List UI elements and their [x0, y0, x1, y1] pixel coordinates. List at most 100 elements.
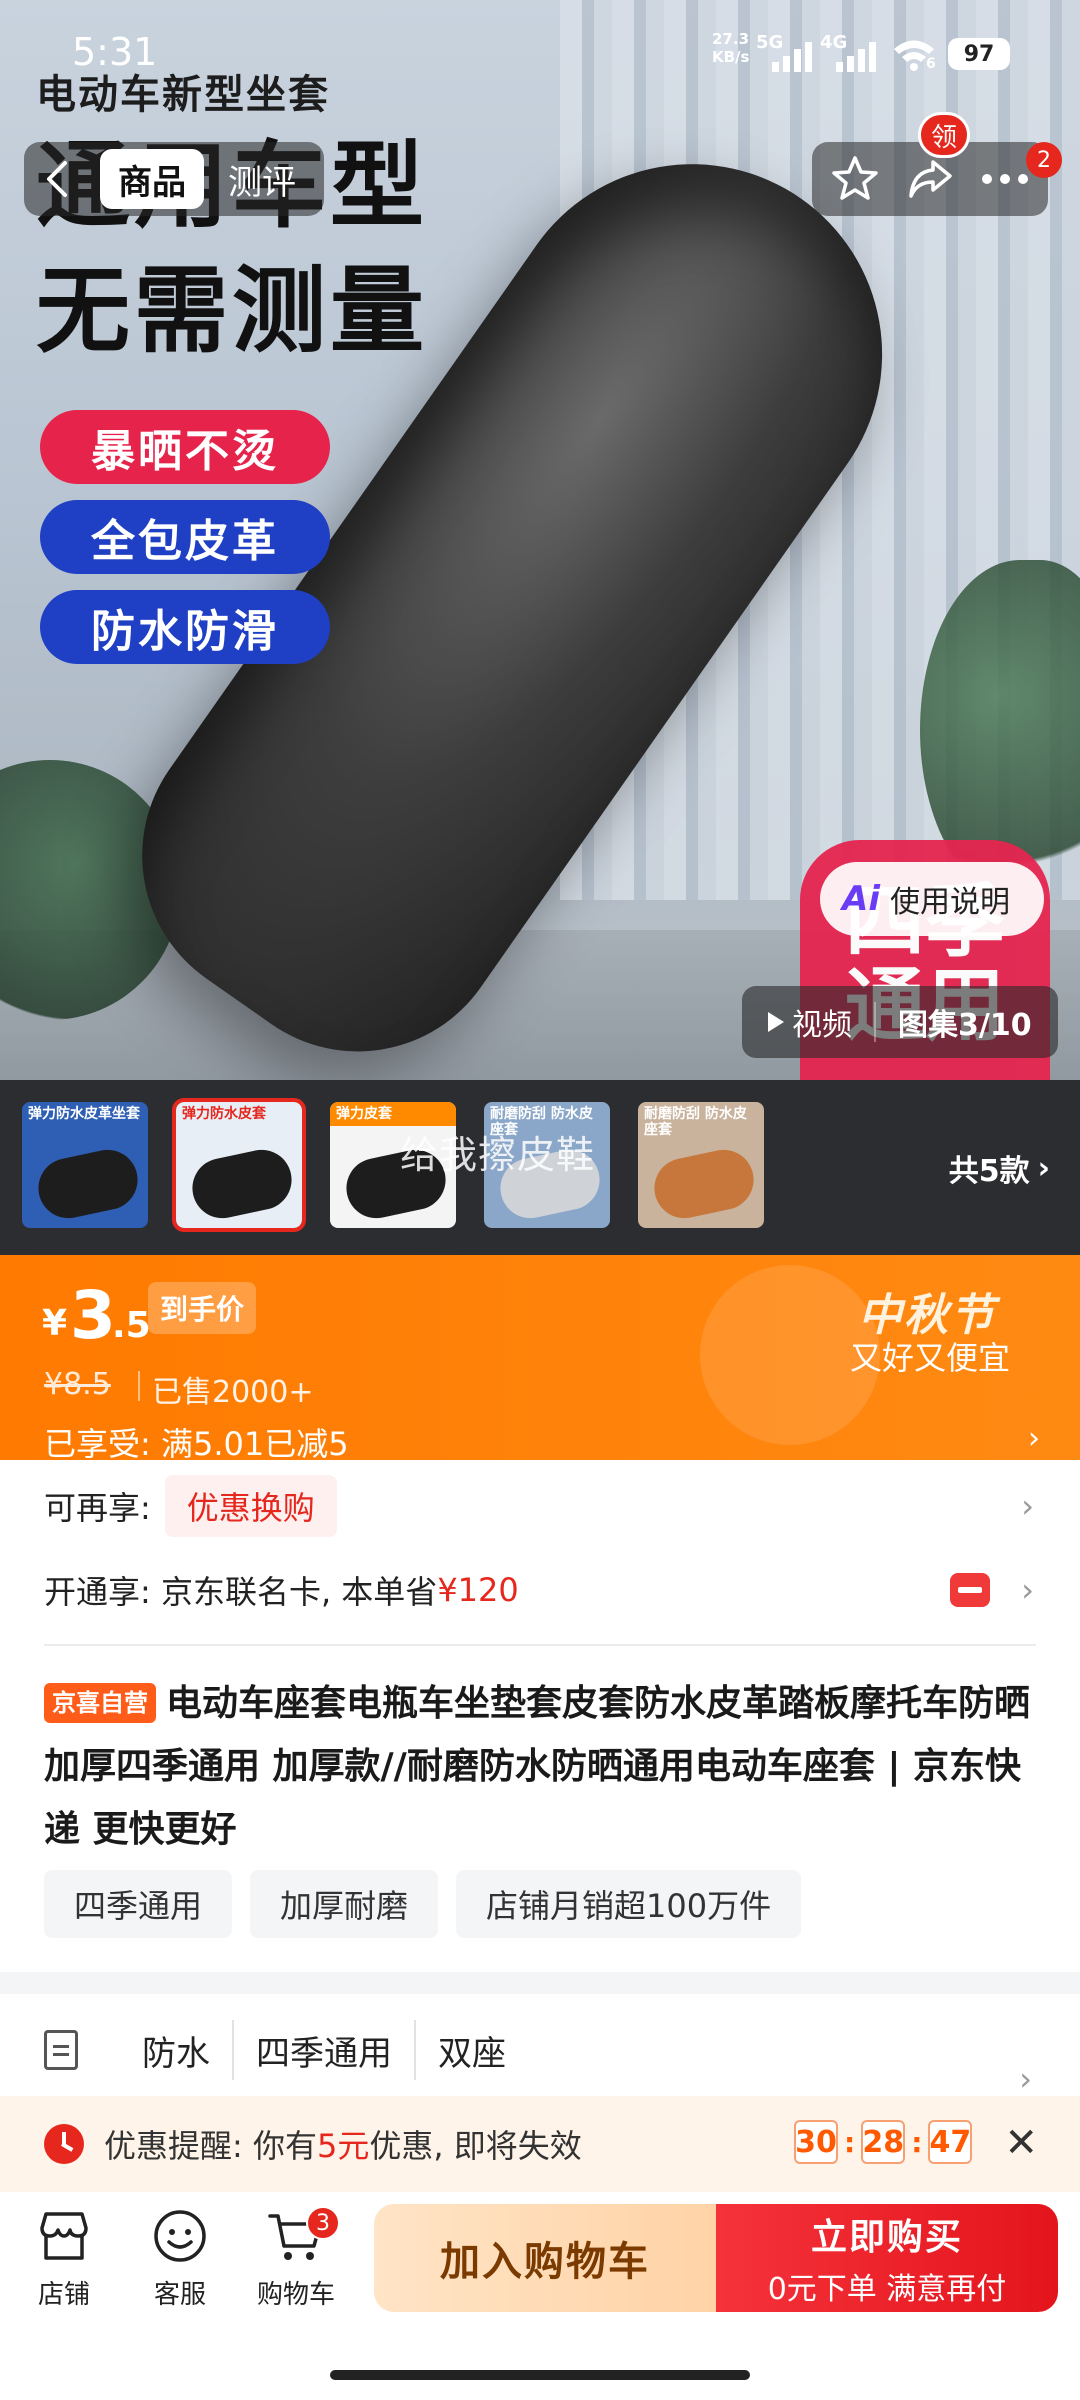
- signal-icon: [836, 40, 880, 72]
- media-switcher: 视频 图集3/10: [742, 986, 1058, 1058]
- home-indicator: [330, 2370, 750, 2380]
- credit-card-icon: [950, 1573, 990, 1607]
- variant-thumbnail[interactable]: 弹力防水皮革坐套: [22, 1102, 148, 1228]
- usage-guide-label: 使用说明: [889, 885, 1010, 920]
- currency-symbol: ¥: [42, 1303, 68, 1344]
- divider: [138, 1371, 140, 1401]
- signal-icon: [772, 40, 816, 72]
- feature-pill: 防水防滑: [40, 590, 330, 664]
- store-icon: [40, 2212, 88, 2260]
- thumbnail-label: 弹力皮套: [330, 1102, 456, 1126]
- buy-now-label: 立即购买: [810, 2217, 963, 2258]
- variant-thumbnail[interactable]: 耐磨防刮 防水皮座套: [638, 1102, 764, 1228]
- tab-review[interactable]: 测评: [210, 149, 314, 209]
- reminder-amount: 5元: [316, 2127, 370, 2165]
- feature-pill: 全包皮革: [40, 500, 330, 574]
- message-count-badge: 2: [1026, 142, 1062, 178]
- product-title: 京喜自营 电动车座套电瓶车坐垫套皮套防水皮革踏板摩托车防晒加厚四季通用 加厚款//…: [44, 1672, 1044, 1861]
- original-price: ¥8.5: [44, 1367, 111, 1402]
- timer-colon: :: [844, 2125, 856, 2159]
- reminder-prefix: 优惠提醒: 你有: [104, 2127, 317, 2165]
- self-operated-tag: 京喜自营: [44, 1683, 156, 1723]
- sold-count: 已售2000+: [152, 1375, 314, 1410]
- wifi-sub: 6: [926, 56, 936, 72]
- hero-headline-2: 无需测量: [36, 257, 429, 366]
- thumbnail-seat: [32, 1144, 144, 1224]
- video-button[interactable]: 视频: [742, 1002, 876, 1043]
- product-highlight-chips: 四季通用 加厚耐磨 店铺月销超100万件: [44, 1870, 802, 1938]
- network-speed: 27.3 KB/s: [712, 30, 749, 66]
- applied-discount[interactable]: 已享受: 满5.01已减5: [44, 1419, 349, 1465]
- timer-colon: :: [911, 2125, 923, 2159]
- highlight-chip[interactable]: 加厚耐磨: [250, 1870, 439, 1938]
- chevron-right-icon: ›: [1021, 1571, 1034, 1609]
- coupon-badge[interactable]: 领: [918, 112, 970, 158]
- buy-now-button[interactable]: 立即购买 0元下单 满意再付: [716, 2204, 1058, 2312]
- feature-pill: 暴晒不烫: [40, 410, 330, 484]
- reminder-suffix: 优惠, 即将失效: [369, 2127, 582, 2165]
- add-to-cart-button[interactable]: 加入购物车: [374, 2204, 716, 2312]
- variant-count-button[interactable]: 共5款 ›: [949, 1146, 1050, 1190]
- customer-service-label: 客服: [153, 2280, 206, 2310]
- trade-in-tag[interactable]: 优惠换购: [164, 1475, 337, 1537]
- customer-service-button[interactable]: 客服: [130, 2206, 230, 2311]
- star-icon: [832, 156, 879, 200]
- cart-count-badge: 3: [306, 2206, 340, 2240]
- thumbnail-seat: [186, 1144, 298, 1224]
- spec-row[interactable]: 防水 四季通用 双座: [44, 2015, 1044, 2085]
- net-speed-value: 27.3: [712, 30, 750, 48]
- store-label: 店铺: [37, 2280, 90, 2310]
- chevron-right-icon[interactable]: ›: [1019, 2060, 1032, 2098]
- document-icon: [44, 2030, 78, 2070]
- tab-product[interactable]: 商品: [100, 149, 204, 209]
- spec-item: 防水: [120, 2020, 234, 2080]
- section-gap: [0, 1972, 1080, 1994]
- video-label: 视频: [792, 1008, 852, 1043]
- chevron-right-icon: ›: [1021, 1487, 1034, 1525]
- status-bar: 5:31 27.3 KB/s 5G 4G 6 97: [0, 0, 1080, 100]
- bottom-action-bar: 店铺 客服 购物车 3 加入购物车 立即购买 0元下单 满意再付: [0, 2192, 1080, 2400]
- play-icon: [768, 1012, 784, 1032]
- spec-item: 双座: [438, 2033, 506, 2074]
- spec-item: 四季通用: [234, 2020, 416, 2080]
- co-branded-card-row[interactable]: 开通享: 京东联名卡, 本单省 ¥120 ›: [44, 1550, 1044, 1630]
- danmaku-overlay-text: 给我擦皮鞋: [400, 1133, 596, 1177]
- variant-count-label: 共5款: [948, 1154, 1030, 1189]
- product-title-text: 电动车座套电瓶车坐垫套皮套防水皮革踏板摩托车防晒加厚四季通用 加厚款//耐磨防水…: [44, 1683, 1031, 1850]
- close-icon[interactable]: ✕: [1004, 2120, 1038, 2166]
- thumbnail-seat: [648, 1144, 760, 1224]
- top-tabs: 商品 测评: [90, 142, 324, 216]
- chevron-right-icon: ›: [1037, 1150, 1050, 1186]
- back-button[interactable]: [24, 142, 90, 216]
- timer-hours: 30: [794, 2120, 838, 2164]
- battery-icon: 97: [948, 38, 1010, 70]
- thumbnail-label: 弹力防水皮革坐套: [28, 1106, 140, 1122]
- back-arrow-icon: [47, 161, 67, 197]
- final-price-tag: 到手价: [148, 1282, 257, 1334]
- highlight-chip[interactable]: 店铺月销超100万件: [456, 1870, 802, 1938]
- ai-logo-icon: Ai: [842, 879, 880, 919]
- reminder-text: 优惠提醒: 你有5元优惠, 即将失效: [104, 2121, 582, 2167]
- festival-subtitle: 又好又便宜: [850, 1339, 1011, 1377]
- gallery-button[interactable]: 图集3/10: [876, 1000, 1032, 1044]
- customer-service-icon: [154, 2210, 206, 2262]
- chevron-right-icon[interactable]: ›: [1028, 1421, 1040, 1456]
- more-offers-row[interactable]: 可再享: 优惠换购 ›: [44, 1466, 1044, 1546]
- clock-icon: [44, 2124, 84, 2164]
- store-button[interactable]: 店铺: [14, 2206, 114, 2311]
- favorite-button[interactable]: [823, 147, 887, 211]
- timer-minutes: 28: [861, 2120, 906, 2164]
- highlight-chip[interactable]: 四季通用: [44, 1870, 233, 1938]
- net-speed-unit: KB/s: [712, 48, 750, 66]
- variant-thumbnail[interactable]: 弹力防水皮套: [172, 1098, 306, 1232]
- coupon-expiry-reminder[interactable]: 优惠提醒: 你有5元优惠, 即将失效 30 : 28 : 47 ✕: [0, 2096, 1080, 2192]
- countdown-timer: 30 : 28 : 47: [794, 2120, 973, 2164]
- divider: [44, 1644, 1036, 1646]
- buy-now-sub-label: 0元下单 满意再付: [767, 2272, 1007, 2307]
- status-time: 5:31: [72, 30, 158, 74]
- usage-guide-button[interactable]: Ai 使用说明: [820, 862, 1044, 936]
- card-offer-amount: ¥120: [437, 1571, 519, 1609]
- thumbnail-label: 弹力防水皮套: [182, 1106, 266, 1122]
- cart-label: 购物车: [256, 2280, 335, 2310]
- price-integer: 3: [70, 1277, 116, 1354]
